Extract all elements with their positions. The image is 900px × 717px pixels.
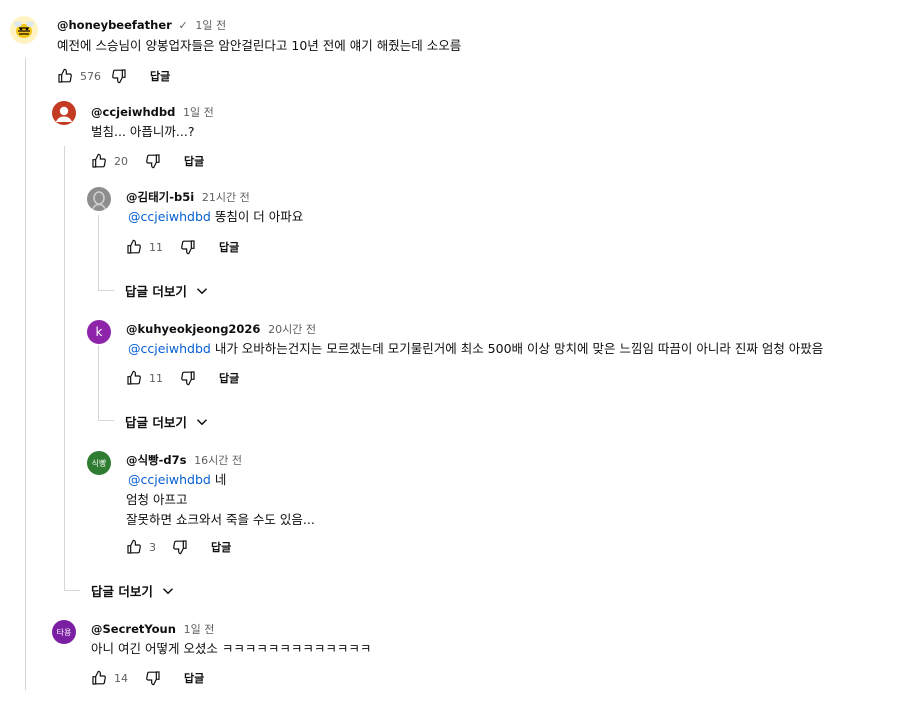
author-name[interactable]: @식빵-d7s [126,453,187,467]
more-replies-button[interactable]: 답글 더보기 [125,412,211,431]
chevron-down-icon [196,418,207,425]
comment-actions: 11 답글 [125,368,239,388]
comment-body-line2: 엄청 아프고 [126,492,188,507]
comment-actions: 11 답글 [125,237,239,257]
thumbs-down-icon[interactable] [144,152,162,170]
comment-actions: 20 답글 [90,151,204,171]
comment-header: @식빵-d7s 16시간 전 [126,452,242,468]
thread-line-reply1 [64,146,65,590]
like-count: 20 [114,154,128,168]
thumbs-up-icon[interactable] [125,369,143,387]
comment-time[interactable]: 1일 전 [184,623,215,636]
comment-time[interactable]: 20시간 전 [268,323,316,336]
mention-link[interactable]: @ccjeiwhdbd [128,341,211,356]
thumbs-up-icon[interactable] [125,538,143,556]
reply-button[interactable]: 답글 [184,153,204,169]
comment-time[interactable]: 21시간 전 [202,191,250,204]
thumbs-up-icon[interactable] [125,238,143,256]
more-replies-label: 답글 더보기 [125,415,187,430]
comment-actions: 14 답글 [90,668,204,688]
author-name[interactable]: @honeybeefather [57,18,172,32]
mention-link[interactable]: @ccjeiwhdbd [128,209,211,224]
like-count: 11 [149,371,163,385]
thumbs-down-icon[interactable] [179,238,197,256]
thread-line-reply1-end [64,590,80,591]
reply-button[interactable]: 답글 [219,239,239,255]
avatar[interactable]: 타용 [52,620,76,644]
like-count: 11 [149,240,163,254]
more-replies-button[interactable]: 답글 더보기 [125,281,211,300]
avatar[interactable] [10,16,38,44]
verified-icon: ✓ [178,19,188,32]
thumbs-up-icon[interactable] [90,669,108,687]
chevron-down-icon [196,287,207,294]
thread-line-reply1-2-end [98,420,114,421]
comment-time[interactable]: 1일 전 [183,106,214,119]
comment-text: @ccjeiwhdbd 내가 오바하는건지는 모르겠는데 모기물린거에 최소 5… [128,339,823,359]
comment-time[interactable]: 1일 전 [195,19,226,32]
thread-line-main [25,58,26,690]
comment-text: 아니 여긴 어떻게 오셨소 ㅋㅋㅋㅋㅋㅋㅋㅋㅋㅋㅋㅋㅋ [91,641,372,656]
more-replies-button[interactable]: 답글 더보기 [91,581,177,600]
comment-body-line1: 네 [210,472,227,487]
comment-header: @김태기-b5i 21시간 전 [126,189,250,205]
comment-text: @ccjeiwhdbd 네 엄청 아프고 잘못하면 쇼크와서 죽을 수도 있음.… [126,470,315,530]
avatar[interactable]: 식빵 [87,451,111,475]
like-count: 576 [80,69,101,83]
thumbs-up-icon[interactable] [56,67,74,85]
like-count: 3 [149,540,156,554]
reply-button[interactable]: 답글 [219,370,239,386]
avatar[interactable] [87,187,111,211]
comment-text: 벌침... 아픕니까...? [91,124,195,139]
thread-line-reply1-1 [98,215,99,291]
comment-text: @ccjeiwhdbd 똥침이 더 아파요 [128,207,303,227]
comment-body: 내가 오바하는건지는 모르겠는데 모기물린거에 최소 500배 이상 망치에 맞… [210,341,824,356]
comment-body: 똥침이 더 아파요 [210,209,304,224]
more-replies-label: 답글 더보기 [91,584,153,599]
comment-actions: 3 답글 [125,537,231,557]
reply-button[interactable]: 답글 [150,68,170,84]
default-profile-icon [92,191,106,210]
avatar[interactable] [52,101,76,125]
more-replies-label: 답글 더보기 [125,284,187,299]
comment-header: @kuhyeokjeong2026 20시간 전 [126,321,316,337]
thumbs-down-icon[interactable] [110,67,128,85]
comment-body-line3: 잘못하면 쇼크와서 죽을 수도 있음... [126,512,315,527]
author-name[interactable]: @SecretYoun [91,622,176,636]
comment-time[interactable]: 16시간 전 [194,454,242,467]
reply-button[interactable]: 답글 [211,539,231,555]
comment-actions: 576 답글 [56,66,170,86]
bee-avatar-icon [14,21,34,38]
comment-text: 예전에 스승님이 양봉업자들은 암안걸린다고 10년 전에 얘기 해줬는데 소오… [57,38,462,53]
person-avatar-icon [56,106,72,122]
avatar-initial: k [95,325,103,339]
reply-button[interactable]: 답글 [184,670,204,686]
like-count: 14 [114,671,128,685]
comment-header: @honeybeefather ✓ 1일 전 [57,17,226,33]
comment-header: @ccjeiwhdbd 1일 전 [91,104,214,120]
thumbs-down-icon[interactable] [144,669,162,687]
comment-header: @SecretYoun 1일 전 [91,621,214,637]
avatar-initial: 식빵 [91,458,107,468]
thread-line-reply1-1-end [98,290,114,291]
thumbs-down-icon[interactable] [179,369,197,387]
thumbs-up-icon[interactable] [90,152,108,170]
author-name[interactable]: @김태기-b5i [126,190,194,204]
avatar-initial: 타용 [56,627,72,637]
thread-line-reply1-2 [98,345,99,421]
author-name[interactable]: @kuhyeokjeong2026 [126,322,260,336]
chevron-down-icon [162,587,173,594]
thumbs-down-icon[interactable] [171,538,189,556]
mention-link[interactable]: @ccjeiwhdbd [128,472,211,487]
author-name[interactable]: @ccjeiwhdbd [91,105,175,119]
avatar[interactable]: k [87,320,111,344]
